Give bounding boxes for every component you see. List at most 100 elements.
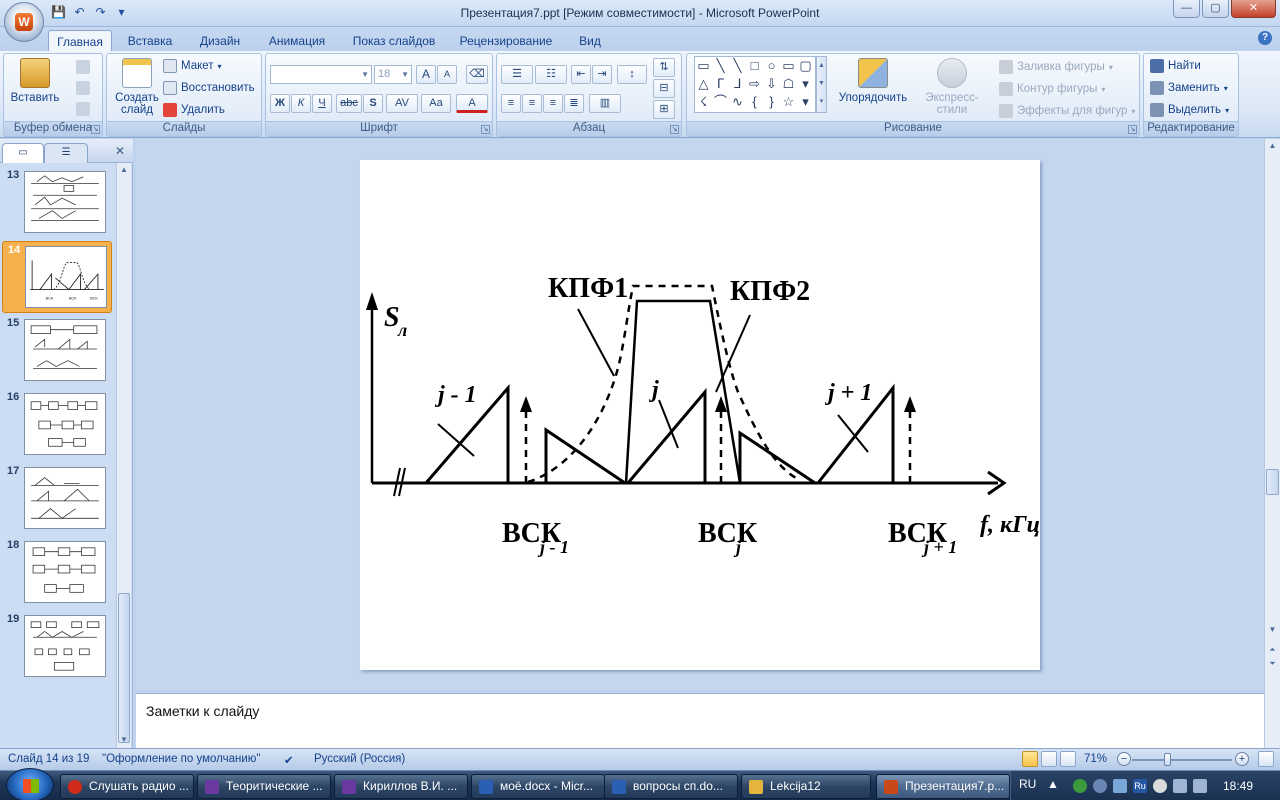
zoom-level[interactable]: 71% xyxy=(1084,753,1107,765)
editor-scrollbar[interactable]: ▲ ▼ ⏶ ⏷ xyxy=(1264,139,1280,748)
italic-button[interactable]: К xyxy=(291,94,311,113)
office-button[interactable]: W xyxy=(4,2,44,42)
taskbar-item-moe-docx[interactable]: моё.docx - Micr... xyxy=(471,774,605,799)
paste-button[interactable]: Вставить xyxy=(10,58,60,104)
slide-thumbnail-18[interactable]: 18 xyxy=(2,537,112,609)
star-shape-icon[interactable]: ☆ xyxy=(780,93,797,111)
char-spacing-button[interactable]: AV xyxy=(386,94,418,113)
zoom-in-button[interactable]: + xyxy=(1235,752,1249,766)
start-button[interactable] xyxy=(6,768,54,800)
font-size-combo[interactable]: 18 ▼ xyxy=(374,65,412,84)
more-shapes-icon[interactable]: ▾ xyxy=(797,75,814,93)
taskbar-item-lekcija12[interactable]: Lekcija12 xyxy=(741,774,871,799)
shape-outline-button[interactable]: Контур фигуры ▾ xyxy=(999,82,1105,96)
notes-pane[interactable]: Заметки к слайду xyxy=(136,693,1264,748)
close-pane-icon[interactable]: ✕ xyxy=(115,144,125,158)
clear-format-button[interactable]: ⌫ xyxy=(466,65,488,84)
scroll-up-icon[interactable]: ▲ xyxy=(1265,141,1280,150)
scroll-thumb[interactable] xyxy=(1266,469,1279,495)
tab-view[interactable]: Вид xyxy=(570,30,610,51)
line-spacing-button[interactable]: ↕ xyxy=(617,65,647,84)
zoom-slider[interactable] xyxy=(1132,759,1232,761)
drawing-launcher-icon[interactable]: ↘ xyxy=(1128,125,1137,134)
slides-pane-scrollbar[interactable]: ▲ ▼ xyxy=(116,163,131,748)
align-center-button[interactable]: ≡ xyxy=(522,94,542,113)
shapes-gallery-scroll[interactable]: ▲ ▼ ▾ xyxy=(816,56,827,113)
help-icon[interactable]: ? xyxy=(1258,31,1272,45)
shapes-gallery[interactable]: ▭ ╲ ╲ □ ○ ▭ ▢ △ ᒥ ᒧ ⇨ ⇩ ☖ ▾ ☇ ⌒ ∿ { } ☆ … xyxy=(694,56,816,113)
bullets-button[interactable]: ☰ xyxy=(501,65,533,84)
replace-button[interactable]: Заменить ▾ xyxy=(1150,81,1228,95)
increase-indent-button[interactable]: ⇥ xyxy=(592,65,612,84)
right-arrow-shape-icon[interactable]: ⇨ xyxy=(746,75,763,93)
tab-home[interactable]: Главная xyxy=(48,30,112,51)
layout-button[interactable]: Макет ▾ xyxy=(163,59,222,73)
zoom-slider-knob[interactable] xyxy=(1164,753,1171,766)
quick-styles-button[interactable]: Экспресс-стили xyxy=(911,58,993,116)
numbering-button[interactable]: ☷ xyxy=(535,65,567,84)
smartart-button[interactable]: ⊞ xyxy=(653,100,675,119)
slide-sorter-button[interactable] xyxy=(1041,751,1057,767)
cut-icon[interactable] xyxy=(76,60,90,74)
language-tray[interactable]: RU xyxy=(1019,777,1036,791)
sync-icon[interactable] xyxy=(1093,779,1107,793)
align-text-button[interactable]: ⊟ xyxy=(653,79,675,98)
line-shape-icon[interactable]: ╲ xyxy=(712,57,729,75)
taskbar-item-kirillov[interactable]: Кириллов В.И. ... xyxy=(334,774,468,799)
underline-button[interactable]: Ч xyxy=(312,94,332,113)
elbow-connector-icon[interactable]: ᒥ xyxy=(712,75,729,93)
font-color-button[interactable]: A xyxy=(456,94,488,113)
decrease-indent-button[interactable]: ⇤ xyxy=(571,65,591,84)
maximize-button[interactable]: ▢ xyxy=(1202,0,1229,18)
slide-thumbnail-16[interactable]: 16 xyxy=(2,389,112,461)
triangle-shape-icon[interactable]: △ xyxy=(695,75,712,93)
shape-fill-button[interactable]: Заливка фигуры ▾ xyxy=(999,60,1113,74)
curved-arrow-icon[interactable]: ☇ xyxy=(695,93,712,111)
arc-shape-icon[interactable]: ⌒ xyxy=(712,93,729,111)
slideshow-view-button[interactable] xyxy=(1060,751,1076,767)
clipboard-launcher-icon[interactable]: ↘ xyxy=(91,125,100,134)
change-case-button[interactable]: Aa xyxy=(421,94,451,113)
shape-effects-button[interactable]: Эффекты для фигур ▾ xyxy=(999,104,1135,118)
usb-icon[interactable] xyxy=(1113,779,1127,793)
volume-icon[interactable] xyxy=(1193,779,1207,793)
font-launcher-icon[interactable]: ↘ xyxy=(481,125,490,134)
justify-button[interactable]: ≣ xyxy=(564,94,584,113)
tab-slides-thumbnails[interactable]: ▭ xyxy=(2,143,44,163)
update-icon[interactable] xyxy=(1153,779,1167,793)
scroll-up-icon[interactable]: ▲ xyxy=(117,163,131,177)
delete-slide-button[interactable]: Удалить xyxy=(163,103,225,117)
textbox-shape-icon[interactable]: ▭ xyxy=(695,57,712,75)
oval-shape-icon[interactable]: ○ xyxy=(763,57,780,75)
tab-insert[interactable]: Вставка xyxy=(120,30,180,51)
fit-to-window-button[interactable] xyxy=(1258,751,1274,767)
down-arrow-shape-icon[interactable]: ⇩ xyxy=(763,75,780,93)
slide-thumbnail-19[interactable]: 19 xyxy=(2,611,112,683)
curve-shape-icon[interactable]: ∿ xyxy=(729,93,746,111)
shadow-button[interactable]: S xyxy=(363,94,383,113)
copy-icon[interactable] xyxy=(76,81,90,95)
slide-thumbnail-15[interactable]: 15 xyxy=(2,315,112,387)
pentagon-shape-icon[interactable]: ☖ xyxy=(780,75,797,93)
tab-slideshow[interactable]: Показ слайдов xyxy=(346,30,442,51)
theme-name[interactable]: "Оформление по умолчанию" xyxy=(102,753,260,765)
taskbar-item-questions-doc[interactable]: вопросы сп.do... xyxy=(604,774,738,799)
bold-button[interactable]: Ж xyxy=(270,94,290,113)
close-button[interactable]: ✕ xyxy=(1231,0,1276,18)
paragraph-launcher-icon[interactable]: ↘ xyxy=(670,125,679,134)
language-bar-icon[interactable]: Ru xyxy=(1133,779,1147,793)
network-icon[interactable] xyxy=(1173,779,1187,793)
clock[interactable]: 18:49 xyxy=(1223,779,1253,793)
elbow-arrow-icon[interactable]: ᒧ xyxy=(729,75,746,93)
normal-view-button[interactable] xyxy=(1022,751,1038,767)
select-button[interactable]: Выделить ▾ xyxy=(1150,103,1229,117)
arrange-button[interactable]: Упорядочить xyxy=(831,58,915,104)
left-brace-icon[interactable]: { xyxy=(746,93,763,111)
find-button[interactable]: Найти xyxy=(1150,59,1201,73)
tab-review[interactable]: Рецензирование xyxy=(452,30,560,51)
antivirus-icon[interactable] xyxy=(1073,779,1087,793)
slide-thumbnail-17[interactable]: 17 xyxy=(2,463,112,535)
rounded-rect2-shape-icon[interactable]: ▢ xyxy=(797,57,814,75)
grow-font-button[interactable]: A xyxy=(416,65,436,84)
taskbar-item-theory[interactable]: Теоритические ... xyxy=(197,774,331,799)
